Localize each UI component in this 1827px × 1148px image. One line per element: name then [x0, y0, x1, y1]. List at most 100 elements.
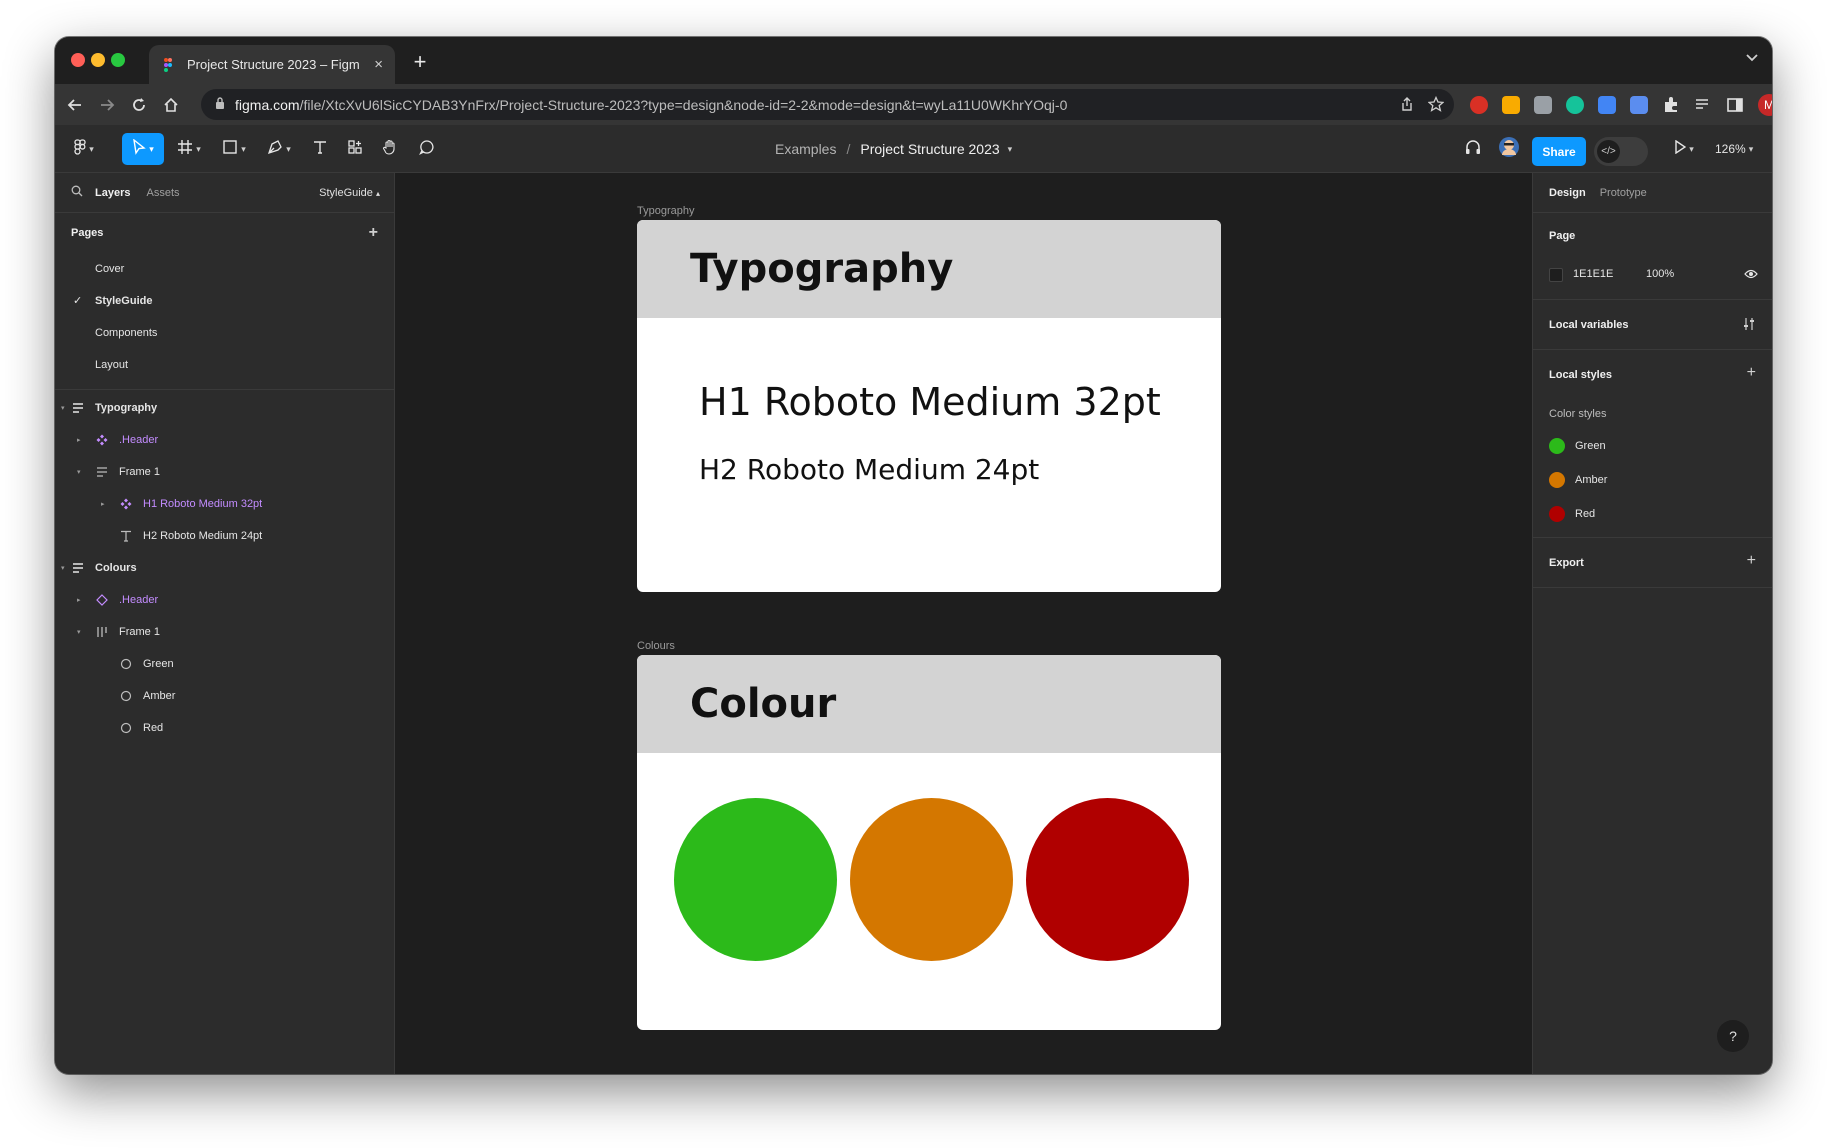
zoom-window-button[interactable] [111, 53, 125, 67]
frame-label-typography[interactable]: Typography [637, 205, 694, 217]
tab-close-icon[interactable]: × [374, 56, 383, 73]
chevron-up-icon: ▴ [375, 189, 380, 198]
new-tab-button[interactable]: + [405, 47, 435, 77]
page-fill-opacity[interactable]: 100% [1646, 268, 1674, 280]
expand-arrow-icon[interactable]: ▾ [61, 404, 65, 412]
add-page-plus-icon[interactable]: + [369, 224, 378, 242]
browser-tab[interactable]: Project Structure 2023 – Figm × [149, 45, 395, 84]
extension-camera-icon[interactable] [1534, 96, 1552, 114]
extension-yellow-icon[interactable] [1502, 96, 1520, 114]
comment-tool-button[interactable] [412, 133, 442, 165]
zoom-dropdown[interactable]: 126% ▾ [1715, 125, 1753, 173]
grammarly-icon[interactable] [1566, 96, 1584, 114]
share-page-icon[interactable] [1400, 97, 1414, 116]
page-item-layout[interactable]: Layout [55, 349, 394, 381]
typography-frame[interactable]: Typography H1 Roboto Medium 32pt H2 Robo… [637, 220, 1221, 592]
variables-sliders-icon[interactable] [1742, 317, 1756, 336]
profile-avatar[interactable]: M [1758, 94, 1772, 116]
layer-row[interactable]: H2 Roboto Medium 24pt [55, 520, 394, 552]
breadcrumb-project[interactable]: Examples [775, 141, 836, 157]
visibility-eye-icon[interactable] [1744, 268, 1758, 283]
page-fill-row[interactable]: 1E1E1E 100% [1533, 259, 1772, 291]
expand-arrow-icon[interactable]: ▾ [77, 468, 81, 476]
page-fill-hex[interactable]: 1E1E1E [1573, 268, 1613, 280]
layer-row[interactable]: ▾ Typography [55, 392, 394, 424]
expand-arrow-icon[interactable]: ▾ [77, 628, 81, 636]
page-item-cover[interactable]: Cover [55, 253, 394, 285]
collapse-arrow-icon[interactable]: ▸ [101, 500, 105, 508]
hand-tool-button[interactable] [375, 133, 405, 165]
colours-frame[interactable]: Colour [637, 655, 1221, 1030]
tab-search-chevron-icon[interactable] [1746, 51, 1758, 65]
add-style-plus-icon[interactable]: + [1747, 364, 1756, 382]
frame-header[interactable]: Colour [637, 655, 1221, 753]
file-name[interactable]: Project Structure 2023 [860, 141, 999, 157]
layer-row[interactable]: Amber [55, 680, 394, 712]
h1-sample-text[interactable]: H1 Roboto Medium 32pt [699, 380, 1161, 424]
expand-arrow-icon[interactable]: ▾ [61, 564, 65, 572]
extensions-puzzle-icon[interactable] [1662, 96, 1680, 114]
frame-tool-button[interactable]: ▾ [169, 133, 209, 165]
present-button[interactable]: ▾ [1667, 133, 1701, 165]
shape-tool-button[interactable]: ▾ [214, 133, 254, 165]
layer-row[interactable]: ▾ Frame 1 [55, 456, 394, 488]
color-style-green[interactable]: Green [1533, 429, 1772, 463]
h2-sample-text[interactable]: H2 Roboto Medium 24pt [699, 453, 1039, 486]
resources-tool-button[interactable] [340, 133, 370, 165]
export-section: Export + [1533, 538, 1772, 588]
address-bar[interactable]: figma.com/file/XtcXvU6lSicCYDAB3YnFrx/Pr… [201, 89, 1454, 120]
tab-layers[interactable]: Layers [95, 187, 130, 199]
layer-row[interactable]: Red [55, 712, 394, 744]
layer-row[interactable]: ▾ Frame 1 [55, 616, 394, 648]
amber-swatch[interactable] [850, 798, 1013, 961]
user-avatar[interactable] [1495, 133, 1523, 165]
color-style-amber[interactable]: Amber [1533, 463, 1772, 497]
main-menu-button[interactable]: ▾ [67, 133, 101, 165]
current-page-dropdown[interactable]: StyleGuide ▴ [319, 187, 380, 199]
tab-assets[interactable]: Assets [146, 187, 179, 199]
page-item-components[interactable]: Components [55, 317, 394, 349]
dev-mode-toggle[interactable]: </> [1594, 137, 1648, 166]
tab-prototype[interactable]: Prototype [1600, 187, 1647, 199]
minimize-window-button[interactable] [91, 53, 105, 67]
pen-tool-button[interactable]: ▾ [259, 133, 299, 165]
side-panel-icon[interactable] [1726, 96, 1744, 114]
page-item-styleguide[interactable]: ✓ StyleGuide [55, 285, 394, 317]
color-style-red[interactable]: Red [1533, 497, 1772, 531]
layer-row[interactable]: ▸ .Header [55, 424, 394, 456]
forward-arrow-icon[interactable] [93, 91, 121, 119]
green-swatch[interactable] [674, 798, 837, 961]
extension-red-icon[interactable] [1470, 96, 1488, 114]
back-arrow-icon[interactable] [61, 91, 89, 119]
horizontal-auto-layout-icon [95, 625, 109, 639]
text-tool-button[interactable] [305, 133, 335, 165]
close-window-button[interactable] [71, 53, 85, 67]
extension-blue-icon[interactable] [1598, 96, 1616, 114]
layer-row[interactable]: ▸ .Header [55, 584, 394, 616]
local-variables-section[interactable]: Local variables [1533, 300, 1772, 350]
collapse-arrow-icon[interactable]: ▸ [77, 596, 81, 604]
add-export-plus-icon[interactable]: + [1747, 552, 1756, 570]
frame-header[interactable]: Typography [637, 220, 1221, 318]
tab-strip: Project Structure 2023 – Figm × + [55, 37, 1772, 84]
audio-headphones-button[interactable] [1459, 133, 1487, 165]
bookmark-star-icon[interactable] [1427, 95, 1445, 117]
frame-label-colours[interactable]: Colours [637, 640, 675, 652]
collapse-arrow-icon[interactable]: ▸ [77, 436, 81, 444]
page-fill-swatch[interactable] [1549, 268, 1563, 282]
extension-window-icon[interactable] [1630, 96, 1648, 114]
move-tool-button[interactable]: ▾ [122, 133, 164, 165]
help-button[interactable]: ? [1717, 1020, 1749, 1052]
layer-row[interactable]: Green [55, 648, 394, 680]
reading-list-icon[interactable] [1694, 96, 1712, 114]
layer-row[interactable]: ▾ Colours [55, 552, 394, 584]
search-icon[interactable] [71, 184, 83, 202]
tab-design[interactable]: Design [1549, 187, 1586, 199]
red-swatch[interactable] [1026, 798, 1189, 961]
layer-row[interactable]: ▸ H1 Roboto Medium 32pt [55, 488, 394, 520]
share-button[interactable]: Share [1532, 137, 1586, 166]
home-icon[interactable] [157, 91, 185, 119]
file-menu-chevron-icon[interactable]: ▾ [1008, 144, 1013, 155]
design-canvas[interactable]: Typography Typography H1 Roboto Medium 3… [395, 173, 1532, 1074]
reload-icon[interactable] [125, 91, 153, 119]
